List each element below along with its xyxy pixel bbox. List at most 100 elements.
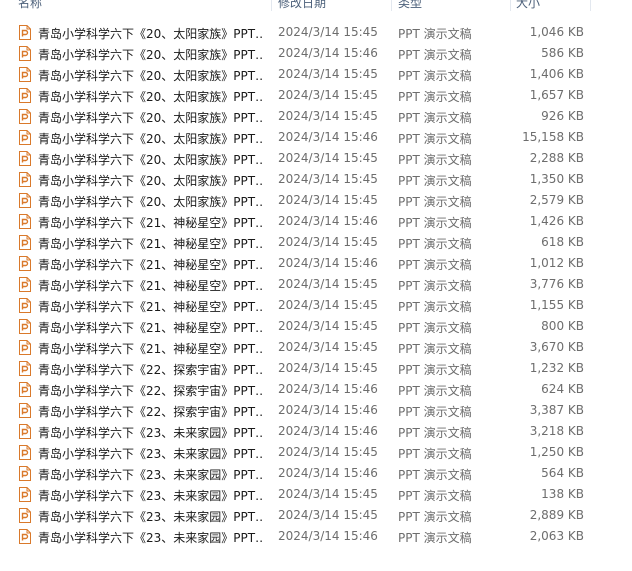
file-row[interactable]: 青岛小学科学六下《22、探索宇宙》PPT… 2024/3/14 15:45 PPT … [0,358,600,379]
file-modified-date: 2024/3/14 15:46 [278,403,378,417]
file-modified-date: 2024/3/14 15:45 [278,109,378,123]
file-modified-date: 2024/3/14 15:45 [278,25,378,39]
column-divider[interactable] [391,0,392,11]
file-size: 926 KB [541,109,584,123]
file-row[interactable]: 青岛小学科学六下《23、未来家园》PPT… 2024/3/14 15:45 PPT … [0,505,600,526]
file-size: 2,288 KB [529,151,584,165]
ppt-icon [18,172,32,187]
file-row[interactable]: 青岛小学科学六下《20、太阳家族》PPT… 2024/3/14 15:45 PPT … [0,169,600,190]
file-type: PPT 演示文稿 [398,69,472,83]
file-type: PPT 演示文稿 [398,132,472,146]
file-name: 青岛小学科学六下《21、神秘星空》PPT… [38,237,264,251]
file-modified-date: 2024/3/14 15:45 [278,277,378,291]
file-row[interactable]: 青岛小学科学六下《21、神秘星空》PPT… 2024/3/14 15:45 PPT … [0,295,600,316]
file-size: 3,776 KB [529,277,584,291]
ppt-icon [18,424,32,439]
file-row[interactable]: 青岛小学科学六下《20、太阳家族》PPT… 2024/3/14 15:45 PPT … [0,148,600,169]
file-type: PPT 演示文稿 [398,426,472,440]
file-row[interactable]: 青岛小学科学六下《20、太阳家族》PPT… 2024/3/14 15:45 PPT … [0,22,600,43]
file-size: 618 KB [541,235,584,249]
file-size: 800 KB [541,319,584,333]
file-row[interactable]: 青岛小学科学六下《20、太阳家族》PPT… 2024/3/14 15:46 PPT … [0,43,600,64]
ppt-icon [18,46,32,61]
file-type: PPT 演示文稿 [398,447,472,461]
column-header-size[interactable]: 大小 [516,0,540,11]
file-row[interactable]: 青岛小学科学六下《20、太阳家族》PPT… 2024/3/14 15:45 PPT … [0,190,600,211]
ppt-icon [18,130,32,145]
file-name: 青岛小学科学六下《20、太阳家族》PPT… [38,153,264,167]
column-header-name[interactable]: 名称 [18,0,42,11]
file-modified-date: 2024/3/14 15:45 [278,340,378,354]
file-name: 青岛小学科学六下《21、神秘星空》PPT… [38,258,264,272]
file-row[interactable]: 青岛小学科学六下《21、神秘星空》PPT… 2024/3/14 15:45 PPT … [0,316,600,337]
file-name: 青岛小学科学六下《22、探索宇宙》PPT… [38,405,264,419]
file-size: 586 KB [541,46,584,60]
file-row[interactable]: 青岛小学科学六下《23、未来家园》PPT… 2024/3/14 15:46 PPT … [0,421,600,442]
file-type: PPT 演示文稿 [398,468,472,482]
ppt-icon [18,382,32,397]
file-row[interactable]: 青岛小学科学六下《23、未来家园》PPT… 2024/3/14 15:46 PPT … [0,526,600,547]
file-row[interactable]: 青岛小学科学六下《20、太阳家族》PPT… 2024/3/14 15:46 PPT … [0,127,600,148]
ppt-icon [18,340,32,355]
file-type: PPT 演示文稿 [398,405,472,419]
file-row[interactable]: 青岛小学科学六下《21、神秘星空》PPT… 2024/3/14 15:46 PPT … [0,211,600,232]
file-modified-date: 2024/3/14 15:46 [278,529,378,543]
file-row[interactable]: 青岛小学科学六下《22、探索宇宙》PPT… 2024/3/14 15:46 PPT … [0,379,600,400]
ppt-icon [18,25,32,40]
ppt-icon [18,214,32,229]
column-divider[interactable] [271,0,272,11]
file-name: 青岛小学科学六下《21、神秘星空》PPT… [38,300,264,314]
file-name: 青岛小学科学六下《21、神秘星空》PPT… [38,342,264,356]
column-header-bar: 名称 修改日期 类型 大小 [0,0,632,11]
file-size: 138 KB [541,487,584,501]
file-type: PPT 演示文稿 [398,27,472,41]
file-size: 624 KB [541,382,584,396]
file-row[interactable]: 青岛小学科学六下《21、神秘星空》PPT… 2024/3/14 15:46 PPT … [0,253,600,274]
file-modified-date: 2024/3/14 15:45 [278,445,378,459]
file-name: 青岛小学科学六下《21、神秘星空》PPT… [38,321,264,335]
ppt-icon [18,235,32,250]
file-size: 1,046 KB [529,25,584,39]
column-divider[interactable] [590,0,591,11]
file-row[interactable]: 青岛小学科学六下《20、太阳家族》PPT… 2024/3/14 15:45 PPT … [0,106,600,127]
file-name: 青岛小学科学六下《20、太阳家族》PPT… [38,195,264,209]
ppt-icon [18,361,32,376]
column-divider[interactable] [510,0,511,11]
file-row[interactable]: 青岛小学科学六下《23、未来家园》PPT… 2024/3/14 15:46 PPT … [0,463,600,484]
file-modified-date: 2024/3/14 15:46 [278,214,378,228]
ppt-icon [18,298,32,313]
file-row[interactable]: 青岛小学科学六下《20、太阳家族》PPT… 2024/3/14 15:45 PPT … [0,64,600,85]
file-row[interactable]: 青岛小学科学六下《20、太阳家族》PPT… 2024/3/14 15:45 PPT … [0,85,600,106]
file-row[interactable]: 青岛小学科学六下《21、神秘星空》PPT… 2024/3/14 15:45 PPT … [0,337,600,358]
file-type: PPT 演示文稿 [398,342,472,356]
file-size: 3,218 KB [529,424,584,438]
file-row[interactable]: 青岛小学科学六下《21、神秘星空》PPT… 2024/3/14 15:45 PPT … [0,274,600,295]
ppt-icon [18,319,32,334]
file-row[interactable]: 青岛小学科学六下《21、神秘星空》PPT… 2024/3/14 15:45 PPT … [0,232,600,253]
file-name: 青岛小学科学六下《20、太阳家族》PPT… [38,111,264,125]
file-name: 青岛小学科学六下《20、太阳家族》PPT… [38,27,264,41]
ppt-icon [18,193,32,208]
column-header-type[interactable]: 类型 [398,0,422,11]
ppt-icon [18,529,32,544]
file-row[interactable]: 青岛小学科学六下《23、未来家园》PPT… 2024/3/14 15:45 PPT … [0,442,600,463]
file-size: 2,889 KB [529,508,584,522]
file-list: 青岛小学科学六下《20、太阳家族》PPT… 2024/3/14 15:45 PPT … [0,22,632,547]
file-name: 青岛小学科学六下《23、未来家园》PPT… [38,510,264,524]
file-name: 青岛小学科学六下《21、神秘星空》PPT… [38,279,264,293]
file-modified-date: 2024/3/14 15:46 [278,424,378,438]
file-name: 青岛小学科学六下《23、未来家园》PPT… [38,489,264,503]
file-type: PPT 演示文稿 [398,531,472,545]
file-row[interactable]: 青岛小学科学六下《23、未来家园》PPT… 2024/3/14 15:45 PPT … [0,484,600,505]
file-name: 青岛小学科学六下《20、太阳家族》PPT… [38,174,264,188]
ppt-icon [18,88,32,103]
file-name: 青岛小学科学六下《20、太阳家族》PPT… [38,69,264,83]
file-size: 1,426 KB [529,214,584,228]
file-row[interactable]: 青岛小学科学六下《22、探索宇宙》PPT… 2024/3/14 15:46 PPT … [0,400,600,421]
column-header-date[interactable]: 修改日期 [278,0,326,11]
file-type: PPT 演示文稿 [398,90,472,104]
ppt-icon [18,67,32,82]
file-name: 青岛小学科学六下《23、未来家园》PPT… [38,531,264,545]
ppt-icon [18,403,32,418]
file-name: 青岛小学科学六下《20、太阳家族》PPT… [38,48,264,62]
